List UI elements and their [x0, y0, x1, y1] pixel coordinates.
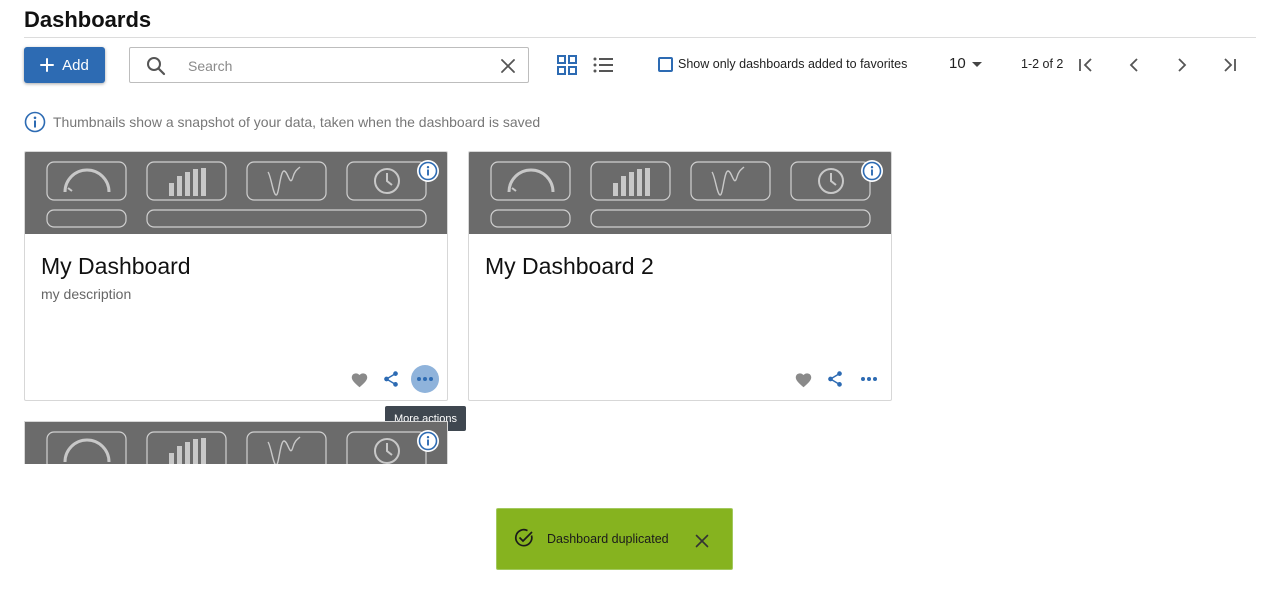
- gauge-icon: [63, 168, 111, 193]
- prev-page-icon[interactable]: [1124, 55, 1144, 75]
- favorite-button[interactable]: [789, 365, 817, 393]
- more-actions-button[interactable]: [855, 365, 883, 393]
- dashboard-card[interactable]: My Dashboard 2: [468, 151, 892, 401]
- heart-icon: [351, 372, 367, 387]
- clear-icon[interactable]: [500, 58, 516, 74]
- add-dashboard-button[interactable]: Add: [24, 47, 105, 83]
- share-button[interactable]: [821, 365, 849, 393]
- toast-message: Dashboard duplicated: [547, 532, 669, 546]
- next-page-icon[interactable]: [1172, 55, 1192, 75]
- more-icon: [861, 377, 877, 381]
- clock-icon: [818, 168, 844, 194]
- wave-icon: [711, 166, 745, 196]
- info-icon: [24, 111, 46, 133]
- info-icon[interactable]: [416, 159, 440, 183]
- info-icon[interactable]: [416, 429, 440, 453]
- favorites-checkbox-label: Show only dashboards added to favorites: [678, 57, 908, 71]
- title-divider: [24, 37, 1256, 38]
- page-title: Dashboards: [24, 7, 152, 32]
- dashboard-thumbnail: [25, 152, 447, 234]
- first-page-icon[interactable]: [1076, 55, 1096, 75]
- search-input[interactable]: [188, 55, 488, 77]
- dashboard-card[interactable]: My Dashboard my description: [24, 151, 448, 401]
- clock-icon: [374, 168, 400, 194]
- card-title[interactable]: My Dashboard: [41, 253, 191, 280]
- dashboard-card-duplicate[interactable]: [24, 421, 448, 464]
- list-view-icon[interactable]: [592, 54, 614, 76]
- gauge-icon: [63, 438, 111, 463]
- close-icon[interactable]: [695, 534, 709, 548]
- info-text: Thumbnails show a snapshot of your data,…: [53, 114, 541, 130]
- gauge-icon: [507, 168, 555, 193]
- heart-icon: [795, 372, 811, 387]
- add-button-label: Add: [62, 56, 89, 74]
- more-icon: [417, 377, 433, 381]
- favorite-button[interactable]: [345, 365, 373, 393]
- wave-icon: [267, 436, 301, 464]
- search-box[interactable]: [129, 47, 529, 83]
- share-button[interactable]: [377, 365, 405, 393]
- bar-chart-icon: [613, 168, 650, 196]
- card-description: my description: [41, 286, 132, 302]
- card-title[interactable]: My Dashboard 2: [485, 253, 654, 280]
- share-icon: [384, 371, 398, 387]
- page-size-select[interactable]: 10: [949, 55, 966, 72]
- info-icon[interactable]: [860, 159, 884, 183]
- share-icon: [828, 371, 842, 387]
- chevron-down-icon[interactable]: [972, 62, 982, 67]
- wave-icon: [267, 166, 301, 196]
- bar-chart-icon: [169, 438, 206, 464]
- bar-chart-icon: [169, 168, 206, 196]
- plus-icon: [40, 58, 55, 72]
- grid-view-icon[interactable]: [556, 54, 578, 76]
- card-actions: [345, 365, 445, 393]
- dashboard-thumbnail: [469, 152, 891, 234]
- card-actions: [789, 365, 889, 393]
- pagination-range: 1-2 of 2: [1021, 57, 1064, 71]
- clock-icon: [374, 438, 400, 464]
- toast-notification: Dashboard duplicated: [496, 508, 733, 570]
- favorites-checkbox[interactable]: [658, 57, 673, 72]
- thumbnail-info-notice: Thumbnails show a snapshot of your data,…: [24, 111, 540, 133]
- dashboard-thumbnail: [25, 422, 447, 464]
- last-page-icon[interactable]: [1220, 55, 1240, 75]
- check-circle-icon: [514, 528, 533, 547]
- search-icon: [147, 57, 166, 76]
- more-actions-button[interactable]: [411, 365, 439, 393]
